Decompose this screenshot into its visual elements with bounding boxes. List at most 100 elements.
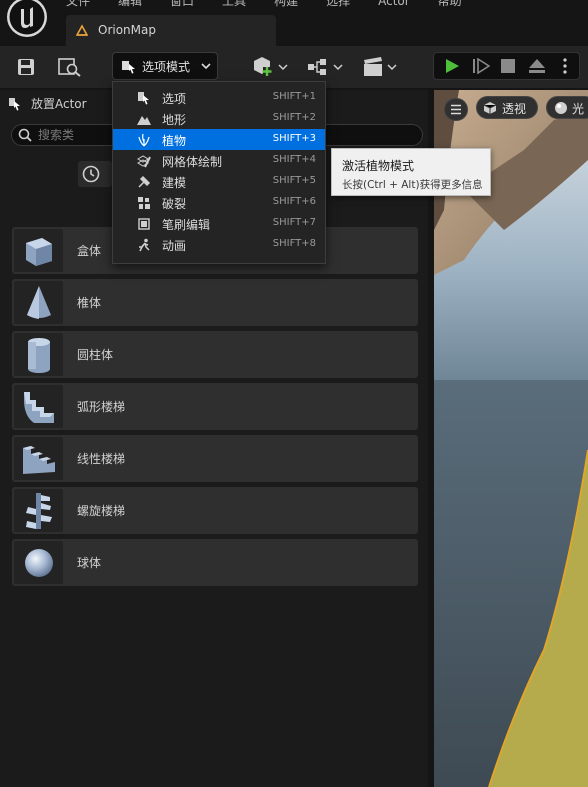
title-bar: 文件 编辑 窗口 工具 构建 选择 Actor 帮助 OrionMap [0, 0, 588, 46]
foliage-icon [138, 133, 150, 147]
actor-list: 盒体 椎体 圆柱体 弧形楼梯 线性楼梯 螺旋楼梯 球体 [12, 227, 418, 591]
animation-icon [139, 238, 150, 252]
list-item-cylinder[interactable]: 圆柱体 [12, 331, 418, 378]
lit-mode-button[interactable]: 光 [546, 96, 588, 119]
menu-item-label: 动画 [162, 239, 187, 253]
mesh-paint-icon [137, 155, 151, 168]
list-item-linear-stairs[interactable]: 线性楼梯 [12, 435, 418, 482]
cube-outline-icon [483, 102, 497, 114]
map-icon [76, 24, 88, 36]
menu-item-foliage[interactable]: 植物 SHIFT+3 [113, 129, 325, 150]
unreal-logo-icon[interactable] [6, 0, 48, 38]
menu-item-shortcut: SHIFT+1 [272, 91, 316, 102]
linear-stairs-icon [14, 437, 63, 480]
menu-item-landscape[interactable]: 地形 SHIFT+2 [113, 108, 325, 129]
stop-icon[interactable] [501, 59, 515, 73]
menu-item-brush-edit[interactable]: 笔刷编辑 SHIFT+7 [113, 213, 325, 234]
menu-window[interactable]: 窗口 [170, 0, 194, 8]
viewport-menu-button[interactable] [444, 98, 468, 121]
tooltip-title: 激活植物模式 [342, 159, 415, 173]
menu-item-label: 破裂 [162, 197, 187, 211]
menu-item-label: 选项 [162, 92, 187, 106]
menu-item-label: 建模 [162, 176, 187, 190]
menu-build[interactable]: 构建 [274, 0, 298, 8]
content-browser-icon [58, 58, 81, 77]
menu-actor[interactable]: Actor [378, 0, 410, 8]
menu-edit[interactable]: 编辑 [118, 0, 142, 8]
save-icon [18, 59, 34, 75]
curved-stairs-icon [14, 385, 63, 428]
panel-title: 放置Actor [31, 97, 87, 111]
item-label: 螺旋楼梯 [77, 504, 126, 518]
eject-icon[interactable] [528, 58, 546, 74]
menu-item-mesh-paint[interactable]: 网格体绘制 SHIFT+4 [113, 150, 325, 171]
menu-item-label: 地形 [162, 113, 187, 127]
step-icon[interactable] [472, 58, 490, 74]
menu-item-animation[interactable]: 动画 SHIFT+8 [113, 234, 325, 255]
lit-label: 光 [572, 102, 585, 116]
menu-item-select[interactable]: 选项 SHIFT+1 [113, 87, 325, 108]
item-label: 椎体 [77, 296, 102, 310]
foliage-mode-tooltip: 激活植物模式 长按(Ctrl + Alt)获得更多信息 [331, 148, 491, 196]
landscape-icon [137, 116, 151, 125]
chevron-down-icon [201, 63, 211, 70]
item-label: 球体 [77, 556, 102, 570]
cube-icon [14, 229, 63, 272]
mode-select-button[interactable]: 选项模式 [112, 52, 218, 80]
place-actor-icon [9, 98, 20, 111]
perspective-button[interactable]: 透视 [476, 96, 538, 119]
menu-tools[interactable]: 工具 [222, 0, 246, 8]
recent-button[interactable] [78, 161, 112, 187]
menu-item-shortcut: SHIFT+8 [272, 238, 316, 249]
list-item-curved-stairs[interactable]: 弧形楼梯 [12, 383, 418, 430]
add-actor-icon [254, 57, 288, 76]
menu-bar: 文件 编辑 窗口 工具 构建 选择 Actor 帮助 [66, 0, 490, 8]
fracture-icon [138, 197, 150, 209]
item-label: 弧形楼梯 [77, 400, 126, 414]
spiral-stairs-icon [14, 489, 63, 532]
list-item-cone[interactable]: 椎体 [12, 279, 418, 326]
menu-item-label: 植物 [162, 134, 187, 148]
menu-item-label: 网格体绘制 [162, 155, 223, 169]
add-actor-button[interactable] [252, 54, 290, 80]
tab-orionmap[interactable]: OrionMap [66, 15, 276, 46]
menu-item-shortcut: SHIFT+6 [272, 196, 316, 207]
item-label: 圆柱体 [77, 348, 114, 362]
lit-sphere-icon [555, 102, 567, 114]
menu-item-shortcut: SHIFT+4 [272, 154, 316, 165]
menu-help[interactable]: 帮助 [438, 0, 462, 8]
play-controls [433, 52, 580, 80]
menu-select[interactable]: 选择 [326, 0, 350, 8]
search-icon [18, 128, 32, 142]
sphere-icon [14, 541, 63, 584]
menu-item-shortcut: SHIFT+7 [272, 217, 316, 228]
menu-item-shortcut: SHIFT+2 [272, 112, 316, 123]
menu-item-modeling[interactable]: 建模 SHIFT+5 [113, 171, 325, 192]
cylinder-icon [14, 333, 63, 376]
more-options-icon[interactable] [562, 58, 568, 74]
content-browser-button[interactable] [56, 54, 84, 80]
mode-dropdown-menu: 选项 SHIFT+1 地形 SHIFT+2 植物 SHIFT+3 网格体绘制 S… [112, 81, 326, 264]
save-button[interactable] [14, 54, 38, 80]
menu-item-fracture[interactable]: 破裂 SHIFT+6 [113, 192, 325, 213]
tooltip-hint: 长按(Ctrl + Alt)获得更多信息 [342, 179, 483, 191]
tab-label: OrionMap [98, 23, 156, 37]
modeling-icon [138, 175, 151, 188]
menu-file[interactable]: 文件 [66, 0, 90, 8]
brush-edit-icon [138, 218, 150, 230]
mode-button-label: 选项模式 [142, 60, 191, 74]
hamburger-icon [451, 104, 461, 115]
list-item-spiral-stairs[interactable]: 螺旋楼梯 [12, 487, 418, 534]
blueprint-button[interactable] [306, 54, 346, 80]
clock-icon [82, 165, 100, 183]
menu-item-shortcut: SHIFT+3 [272, 133, 316, 144]
blueprint-icon [308, 59, 343, 75]
perspective-label: 透视 [502, 102, 527, 116]
cinematics-icon [364, 57, 397, 76]
mode-icon [122, 61, 135, 74]
cinematics-button[interactable] [362, 54, 400, 80]
select-icon [138, 92, 149, 105]
list-item-sphere[interactable]: 球体 [12, 539, 418, 586]
play-icon[interactable] [444, 58, 460, 74]
menu-item-label: 笔刷编辑 [162, 218, 211, 232]
